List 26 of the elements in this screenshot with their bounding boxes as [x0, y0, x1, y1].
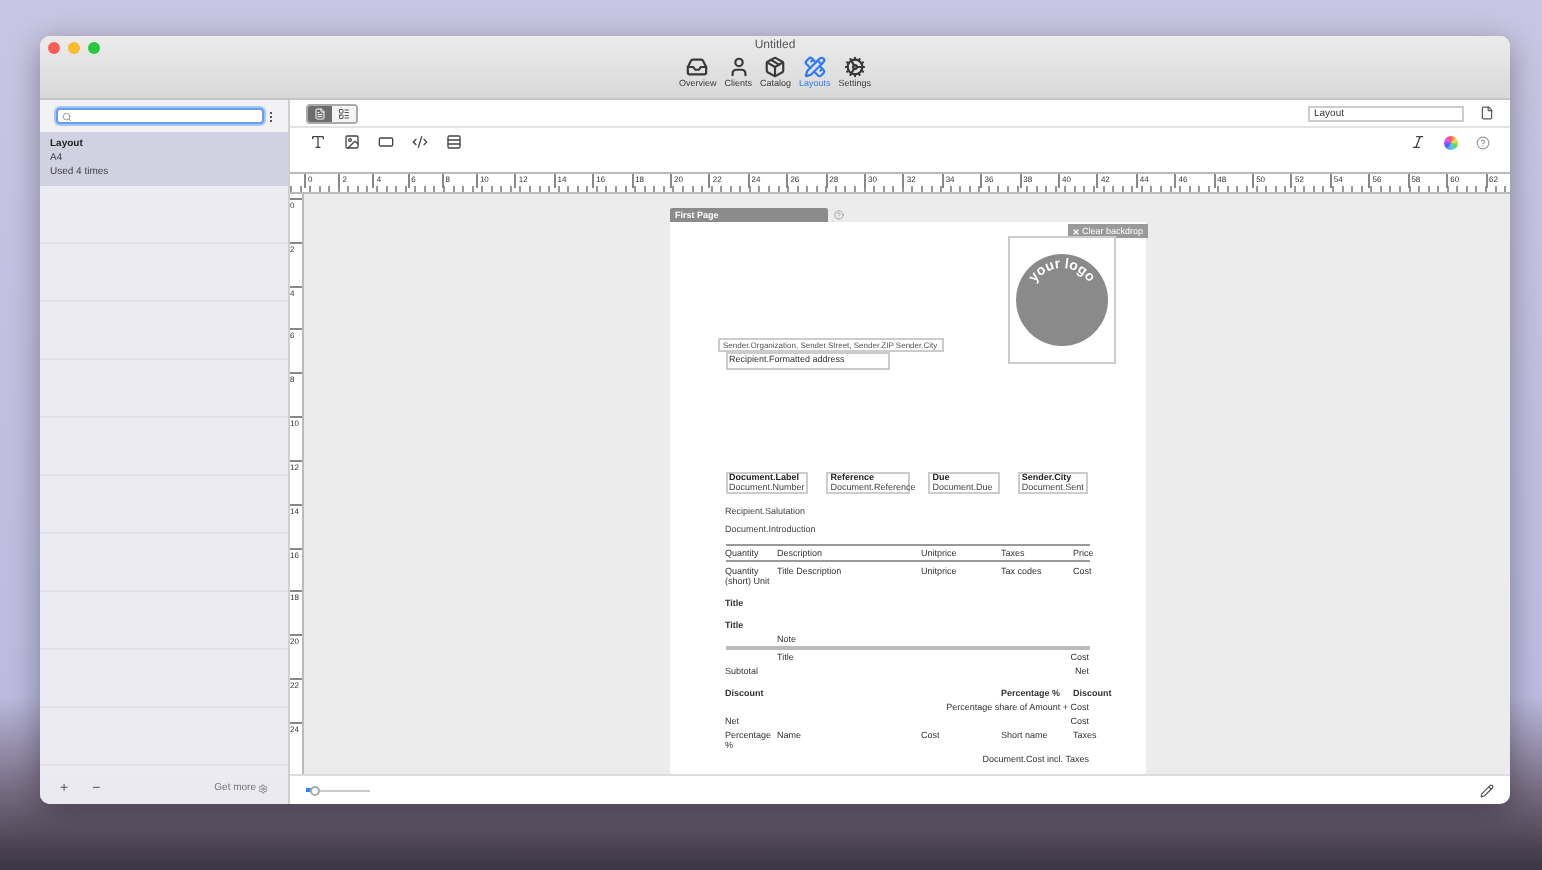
document-icon[interactable] [1480, 106, 1494, 120]
close-button[interactable] [48, 42, 60, 54]
view-mode-button[interactable] [308, 105, 332, 121]
gear-icon [843, 56, 866, 78]
pencil-ruler-icon [803, 56, 826, 78]
view-mode-button[interactable] [332, 105, 356, 121]
search-field[interactable] [56, 108, 264, 124]
gear-icon [258, 784, 268, 794]
code-tool-icon[interactable] [412, 134, 428, 150]
color-wheel-icon[interactable] [1444, 135, 1458, 149]
font-icon[interactable] [1410, 134, 1426, 150]
image-tool-icon[interactable] [344, 134, 360, 150]
zoom-slider[interactable] [306, 785, 370, 795]
box-tool-icon[interactable] [378, 134, 394, 150]
text-tool-icon[interactable] [310, 134, 326, 150]
list-icon [338, 107, 350, 119]
search-icon [62, 111, 72, 121]
close-icon [1071, 227, 1080, 235]
box-icon [764, 56, 787, 78]
page-icon [314, 107, 326, 119]
pencil-icon[interactable] [1480, 783, 1494, 797]
help-icon[interactable] [1476, 135, 1490, 149]
tray-icon [686, 56, 709, 78]
table-tool-icon[interactable] [446, 134, 462, 150]
person-icon [727, 56, 750, 78]
zoom-slider-thumb[interactable] [310, 785, 321, 795]
